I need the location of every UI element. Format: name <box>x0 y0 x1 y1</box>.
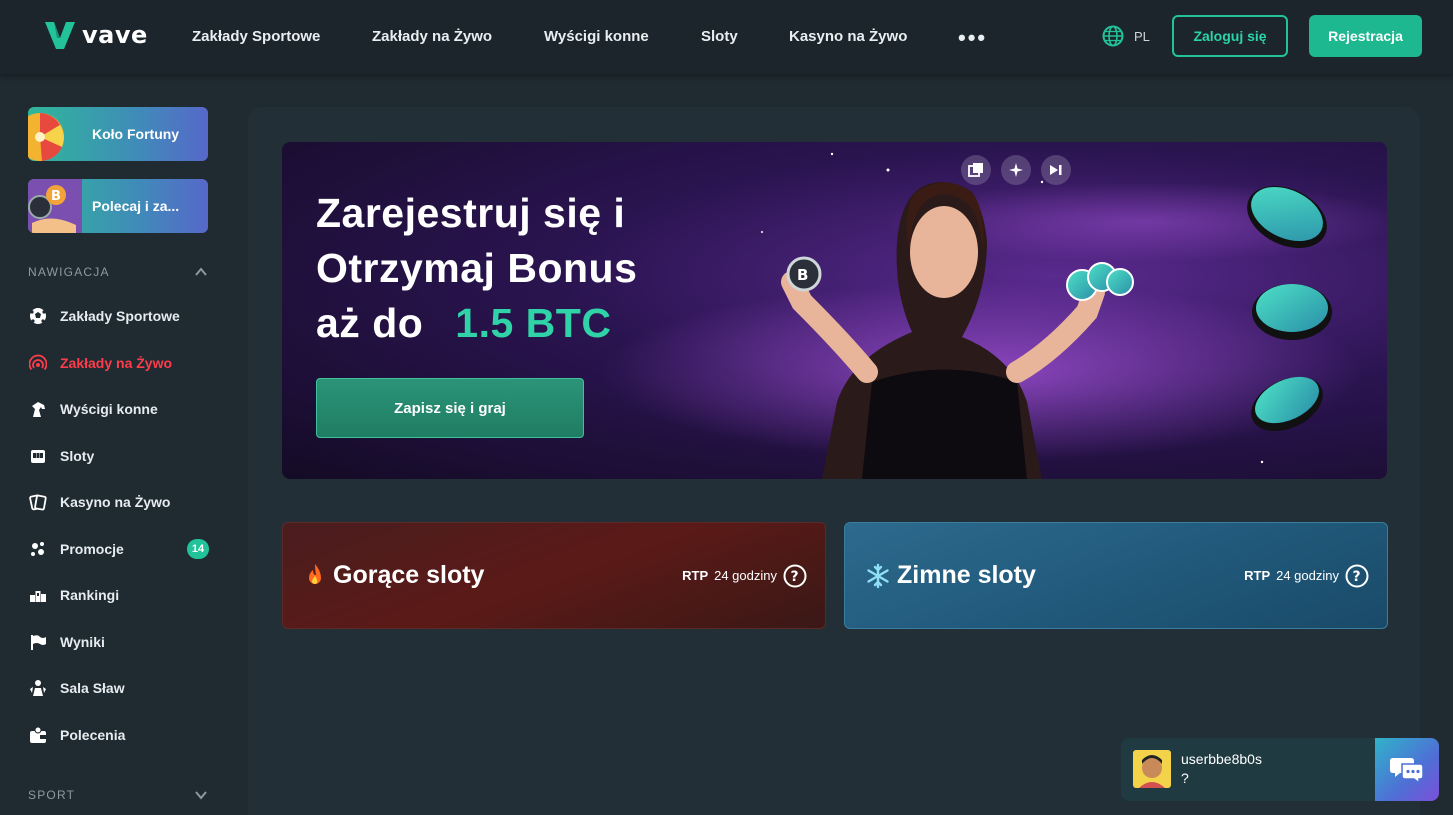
hero-line-3-prefix: aż do <box>316 300 424 346</box>
sparkle-icon[interactable] <box>1001 155 1031 185</box>
topnav-wyscigi-konne[interactable]: Wyścigi konne <box>544 28 649 45</box>
wallet-icon <box>28 725 48 745</box>
sidebar-item-wyniki[interactable]: Wyniki <box>28 630 105 654</box>
avatar <box>1133 750 1171 788</box>
sidebar-item-zaklady-na-zywo[interactable]: Zakłady na Żywo <box>28 351 172 375</box>
cold-slots-card[interactable]: Zimne sloty RTP 24 godziny ? <box>844 522 1388 629</box>
svg-text:B: B <box>797 266 808 284</box>
hero-headline: Zarejestruj się i Otrzymaj Bonus aż do 1.… <box>316 186 637 351</box>
rtp-period: 24 godziny <box>1276 568 1339 583</box>
sidebar-item-wyscigi-konne[interactable]: Wyścigi konne <box>28 397 158 421</box>
flag-icon <box>28 632 48 652</box>
promo-refer-friend-label: Polecaj i za... <box>92 198 180 214</box>
chat-message: ? <box>1181 770 1189 786</box>
sidebar-item-label: Kasyno na Żywo <box>60 494 171 510</box>
globe-icon <box>1102 25 1124 47</box>
language-selector[interactable]: PL <box>1102 25 1150 47</box>
soccer-ball-icon <box>28 306 48 326</box>
sidebar-item-label: Sloty <box>60 448 95 464</box>
horse-icon <box>28 399 48 419</box>
snowflake-icon <box>867 563 889 588</box>
hot-slots-title: Gorące sloty <box>303 561 484 590</box>
rtp-period: 24 godziny <box>714 568 777 583</box>
svg-text:?: ? <box>1353 569 1361 585</box>
sidebar: Koło Fortuny B Polecaj i za... NAWIGACJA… <box>0 74 240 815</box>
cold-slots-label: Zimne sloty <box>897 561 1036 589</box>
promo-icon <box>28 539 48 559</box>
topnav-zaklady-sportowe[interactable]: Zakłady Sportowe <box>192 28 320 45</box>
svg-text:?: ? <box>791 569 799 585</box>
promo-fortune-wheel-label: Koło Fortuny <box>92 126 180 142</box>
chat-bubbles-icon <box>1390 757 1424 785</box>
more-menu-button[interactable]: ••• <box>958 25 987 51</box>
hot-slots-card[interactable]: Gorące sloty RTP 24 godziny ? <box>282 522 826 629</box>
logo-text: vave <box>82 21 148 49</box>
rtp-label: RTP <box>682 568 709 583</box>
cold-slots-rtp: RTP 24 godziny ? <box>1244 564 1369 588</box>
sidebar-item-label: Promocje <box>60 541 124 557</box>
live-signal-icon <box>28 353 48 373</box>
sidebar-item-sala-slaw[interactable]: Sala Sław <box>28 676 125 700</box>
fortune-wheel-icon <box>28 113 64 161</box>
language-code: PL <box>1134 28 1150 44</box>
sidebar-item-polecenia[interactable]: Polecenia <box>28 723 125 747</box>
sidebar-item-zaklady-sportowe[interactable]: Zakłady Sportowe <box>28 304 180 328</box>
logo[interactable]: vave <box>44 20 148 50</box>
hero-line-3: aż do 1.5 BTC <box>316 296 637 351</box>
cold-slots-title: Zimne sloty <box>865 561 1036 590</box>
slot-machine-icon <box>28 446 48 466</box>
hero-banner[interactable]: B Zarejestruj się i Otrzymaj Bonus aż do… <box>282 142 1387 479</box>
hero-bonus-amount: 1.5 BTC <box>455 300 612 346</box>
skip-forward-icon[interactable] <box>1041 155 1071 185</box>
rtp-label: RTP <box>1244 568 1271 583</box>
promo-fortune-wheel[interactable]: Koło Fortuny <box>28 107 208 161</box>
help-icon[interactable]: ? <box>783 564 807 588</box>
hero-line-1: Zarejestruj się i <box>316 190 626 236</box>
login-button[interactable]: Zaloguj się <box>1172 15 1288 57</box>
topnav-kasyno-na-zywo[interactable]: Kasyno na Żywo <box>789 28 907 45</box>
sidebar-item-label: Rankingi <box>60 587 120 603</box>
chat-preview[interactable]: userbbe8b0s ? <box>1121 738 1376 801</box>
topnav-sloty[interactable]: Sloty <box>701 28 738 45</box>
hot-slots-rtp: RTP 24 godziny ? <box>682 564 807 588</box>
sidebar-item-label: Polecenia <box>60 727 126 743</box>
hot-slots-label: Gorące sloty <box>333 561 485 589</box>
sidebar-item-label: Zakłady Sportowe <box>60 308 180 324</box>
sport-section-heading: SPORT <box>28 788 76 802</box>
promo-refer-friend[interactable]: B Polecaj i za... <box>28 179 208 233</box>
hero-line-2: Otrzymaj Bonus <box>316 245 638 291</box>
signup-play-button[interactable]: Zapisz się i graj <box>316 378 584 438</box>
sidebar-item-label: Wyścigi konne <box>60 401 158 417</box>
sidebar-item-promocje[interactable]: Promocje <box>28 537 124 561</box>
promo-count-badge: 14 <box>187 539 209 559</box>
register-button[interactable]: Rejestracja <box>1309 15 1422 57</box>
sidebar-item-label: Sala Sław <box>60 680 125 696</box>
ranking-icon <box>28 585 48 605</box>
picture-in-picture-icon[interactable] <box>961 155 991 185</box>
topnav-zaklady-na-zywo[interactable]: Zakłady na Żywo <box>372 28 492 45</box>
help-icon[interactable]: ? <box>1345 564 1369 588</box>
sidebar-item-kasyno-na-zywo[interactable]: Kasyno na Żywo <box>28 490 170 514</box>
sidebar-item-rankingi[interactable]: Rankingi <box>28 583 119 607</box>
chevron-up-icon[interactable] <box>194 265 208 279</box>
top-bar: vave Zakłady Sportowe Zakłady na Żywo Wy… <box>0 0 1453 74</box>
vave-logo-icon <box>45 22 75 49</box>
chat-button[interactable] <box>1375 738 1439 801</box>
svg-text:B: B <box>51 189 61 204</box>
sidebar-item-label: Zakłady na Żywo <box>60 355 173 371</box>
fire-icon <box>309 563 321 584</box>
sidebar-item-sloty[interactable]: Sloty <box>28 444 94 468</box>
nav-section-heading: NAWIGACJA <box>28 265 110 279</box>
hall-of-fame-icon <box>28 678 48 698</box>
refer-bitcoin-icon: B <box>28 179 82 233</box>
playing-cards-icon <box>28 492 48 512</box>
chevron-down-icon[interactable] <box>194 788 208 802</box>
chat-username: userbbe8b0s <box>1181 751 1262 767</box>
sidebar-item-label: Wyniki <box>60 634 105 650</box>
